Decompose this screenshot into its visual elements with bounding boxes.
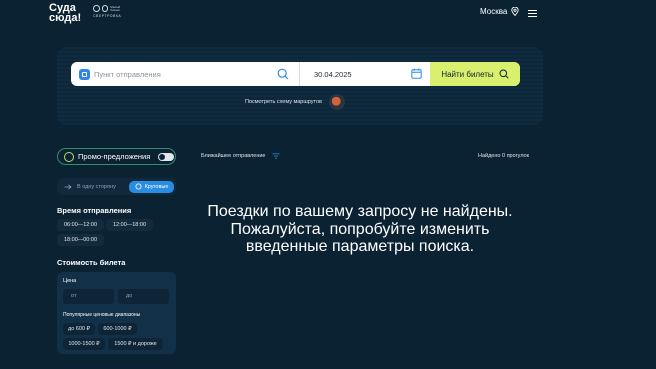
promo-toggle[interactable]: Промо-предложения [57,148,176,165]
price-to-input[interactable]: до [118,289,169,304]
round-trip-label: Круговые [144,183,169,190]
filter-icon [272,153,280,159]
partner-logo: Малый бизнес СВЕРТРОВКА [93,5,129,21]
departure-time-title: Время отправления [57,206,132,215]
calendar-icon[interactable] [411,68,422,79]
route-map-link[interactable]: Посмотреть схему маршрутов [245,99,322,105]
menu-icon[interactable] [528,10,537,17]
find-tickets-button[interactable]: Найти билеты [430,62,520,86]
round-trip-option[interactable]: Круговые [129,180,174,193]
partner-circle-icon [93,5,100,12]
time-slot-chip[interactable]: 06:00—12:00 [57,219,104,231]
bus-icon [79,68,90,80]
partner-line1: Малый бизнес [110,4,121,12]
promo-switch[interactable] [158,152,175,161]
location-pin-icon [511,7,519,16]
price-label: Цена [63,278,77,284]
sort-label: Ближайшее отправление [201,153,266,159]
one-way-label: В одну сторону [77,183,116,190]
round-trip-icon [135,183,142,190]
search-icon[interactable] [277,68,289,80]
search-panel [57,47,543,125]
price-title: Стоимость билета [57,258,126,267]
price-range-chip[interactable]: до 600 ₽ [63,323,95,335]
logo-line2: сюда! [49,12,82,24]
popular-ranges-label: Популярные ценовые диапазоны [63,312,141,318]
trip-type-switch: В одну сторону Круговые [57,178,176,195]
date-field[interactable]: 30.04.2025 [300,62,430,86]
price-filter: Цена от до Популярные ценовые диапазоны … [57,272,176,354]
route-map-thumbnail[interactable] [329,94,345,110]
price-range-chip[interactable]: 1500 ₽ и дороже [108,338,163,350]
sort-dropdown[interactable]: Ближайшее отправление [201,153,280,159]
results-count: Найдено 0 прогулок [478,153,530,159]
time-slot-chip[interactable]: 12:00—18:00 [106,219,153,231]
find-tickets-label: Найти билеты [441,69,494,79]
city-label: Москва [480,7,508,16]
arrow-right-icon [64,183,72,190]
promo-check-icon [64,151,74,162]
search-bar: 30.04.2025 Найти билеты [71,62,520,86]
departure-input[interactable] [94,69,274,79]
promo-label: Промо-предложения [78,152,151,161]
date-value: 30.04.2025 [314,69,352,79]
departure-field[interactable] [71,62,300,86]
search-icon [499,69,509,79]
one-way-option[interactable]: В одну сторону [64,184,129,190]
price-range-chip[interactable]: 600-1000 ₽ [98,323,137,335]
partner-circle-icon [101,5,109,12]
price-from-input[interactable]: от [63,289,114,304]
logo[interactable]: Суда сюда! [49,3,89,24]
price-range-chip[interactable]: 1000-1500 ₽ [63,338,105,350]
time-slot-chip[interactable]: 18:00—00:00 [57,234,104,246]
empty-results-message: Поездки по вашему запросу не найдены. По… [207,203,513,255]
partner-line2: СВЕРТРОВКА [93,14,122,18]
city-selector[interactable]: Москва [480,7,519,16]
